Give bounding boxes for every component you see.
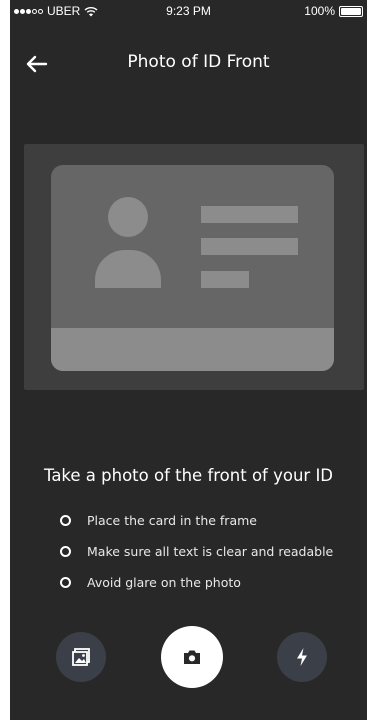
person-icon-body (95, 250, 161, 288)
status-right: 100% (304, 4, 363, 18)
camera-icon (184, 650, 200, 664)
bullet-icon (60, 515, 71, 526)
instruction-text: Make sure all text is clear and readable (87, 544, 334, 559)
card-text-line (201, 238, 298, 255)
bullet-icon (60, 546, 71, 557)
instruction-text: Place the card in the frame (87, 513, 257, 528)
person-icon-head (108, 197, 148, 237)
instruction-title: Take a photo of the front of your ID (43, 466, 334, 485)
arrow-left-icon (26, 55, 48, 73)
gallery-button[interactable] (56, 632, 106, 682)
card-text-line (201, 271, 249, 288)
shutter-button[interactable] (161, 626, 223, 688)
back-button[interactable] (22, 50, 52, 78)
flash-button[interactable] (277, 632, 327, 682)
flash-icon (297, 648, 307, 666)
phone-screen: UBER 9:23 PM 100% Photo of ID Front Take… (10, 0, 367, 720)
instruction-list: Place the card in the frame Make sure al… (60, 505, 333, 598)
battery-percent: 100% (304, 4, 335, 18)
id-card-placeholder (51, 165, 334, 371)
camera-frame (24, 144, 364, 390)
list-item: Avoid glare on the photo (60, 567, 333, 598)
card-bottom-stripe (51, 328, 334, 371)
battery-icon (339, 5, 363, 17)
instruction-text: Avoid glare on the photo (87, 575, 241, 590)
status-bar: UBER 9:23 PM 100% (10, 0, 367, 22)
list-item: Place the card in the frame (60, 505, 333, 536)
gallery-icon (72, 648, 90, 666)
page-title: Photo of ID Front (127, 52, 270, 72)
card-text-line (201, 206, 298, 223)
bullet-icon (60, 577, 71, 588)
list-item: Make sure all text is clear and readable (60, 536, 333, 567)
